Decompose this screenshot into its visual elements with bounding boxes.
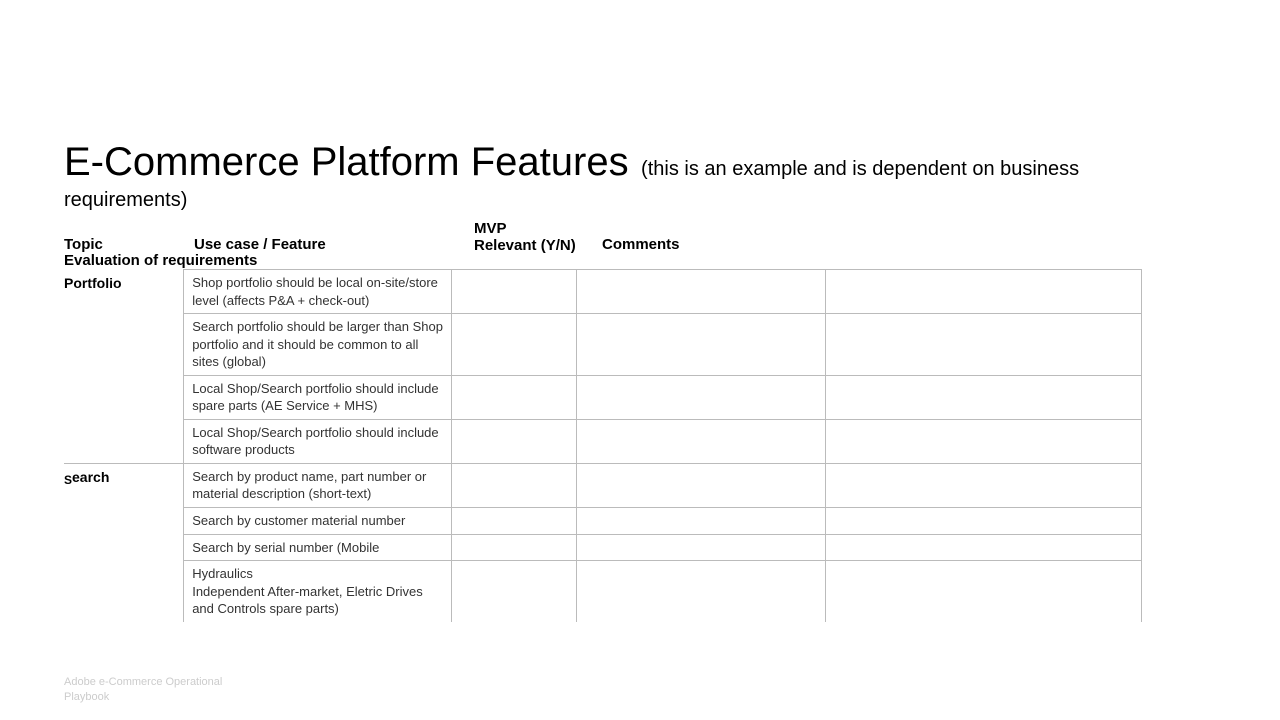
section-heading: Evaluation of requirements <box>64 252 1216 269</box>
feature-cell: Search by serial number (Mobile <box>184 534 452 561</box>
mvp-cell <box>452 419 577 463</box>
comment-cell <box>826 270 1142 314</box>
header-feature: Use case / Feature <box>186 220 466 254</box>
header-topic: Topic <box>64 220 186 254</box>
comment-cell <box>826 463 1142 507</box>
page-title: E-Commerce Platform Features <box>64 140 629 184</box>
table-row: Search by serial number (Mobile <box>64 534 1142 561</box>
table-row: PortfolioShop portfolio should be local … <box>64 270 1142 314</box>
table-row: Local Shop/Search portfolio should inclu… <box>64 419 1142 463</box>
topic-cell: Portfolio <box>64 270 184 464</box>
comment-cell <box>577 270 826 314</box>
comment-cell <box>826 314 1142 376</box>
topic-cell: Search <box>64 463 184 621</box>
comment-cell <box>826 561 1142 622</box>
mvp-cell <box>452 314 577 376</box>
table-row: Search by customer material number <box>64 508 1142 535</box>
mvp-cell <box>452 508 577 535</box>
title-line: E-Commerce Platform Features (this is an… <box>64 140 1216 185</box>
mvp-cell <box>452 270 577 314</box>
document-content: E-Commerce Platform Features (this is an… <box>0 0 1280 622</box>
table-row: Hydraulics Independent After-market, Ele… <box>64 561 1142 622</box>
header-comments: Comments <box>594 220 852 254</box>
comment-cell <box>826 508 1142 535</box>
comment-cell <box>826 419 1142 463</box>
comment-cell <box>577 534 826 561</box>
comment-cell <box>577 314 826 376</box>
feature-cell: Local Shop/Search portfolio should inclu… <box>184 375 452 419</box>
header-mvp: MVP Relevant (Y/N) <box>466 220 594 254</box>
feature-cell: Local Shop/Search portfolio should inclu… <box>184 419 452 463</box>
mvp-cell <box>452 561 577 622</box>
comment-cell <box>826 534 1142 561</box>
feature-cell: Hydraulics Independent After-market, Ele… <box>184 561 452 622</box>
subtitle-part1: (this is an example and is dependent on … <box>641 158 1079 180</box>
footer-text: Adobe e-Commerce Operational Playbook <box>64 675 264 704</box>
comment-cell <box>577 375 826 419</box>
comment-cell <box>577 463 826 507</box>
comment-cell <box>577 508 826 535</box>
mvp-cell <box>452 534 577 561</box>
feature-cell: Search by customer material number <box>184 508 452 535</box>
mvp-cell <box>452 463 577 507</box>
comment-cell <box>577 561 826 622</box>
feature-cell: Search portfolio should be larger than S… <box>184 314 452 376</box>
table-row: SearchSearch by product name, part numbe… <box>64 463 1142 507</box>
comment-cell <box>826 375 1142 419</box>
table-row: Local Shop/Search portfolio should inclu… <box>64 375 1142 419</box>
table-row: Search portfolio should be larger than S… <box>64 314 1142 376</box>
header-mvp-line1: MVP <box>474 220 594 237</box>
requirements-table: PortfolioShop portfolio should be local … <box>64 269 1142 622</box>
feature-cell: Search by product name, part number or m… <box>184 463 452 507</box>
table-header-row: Topic Use case / Feature MVP Relevant (Y… <box>64 220 1216 254</box>
mvp-cell <box>452 375 577 419</box>
comment-cell <box>577 419 826 463</box>
feature-cell: Shop portfolio should be local on-site/s… <box>184 270 452 314</box>
subtitle-part2: requirements) <box>64 189 1216 212</box>
header-mvp-line2: Relevant (Y/N) <box>474 237 594 254</box>
